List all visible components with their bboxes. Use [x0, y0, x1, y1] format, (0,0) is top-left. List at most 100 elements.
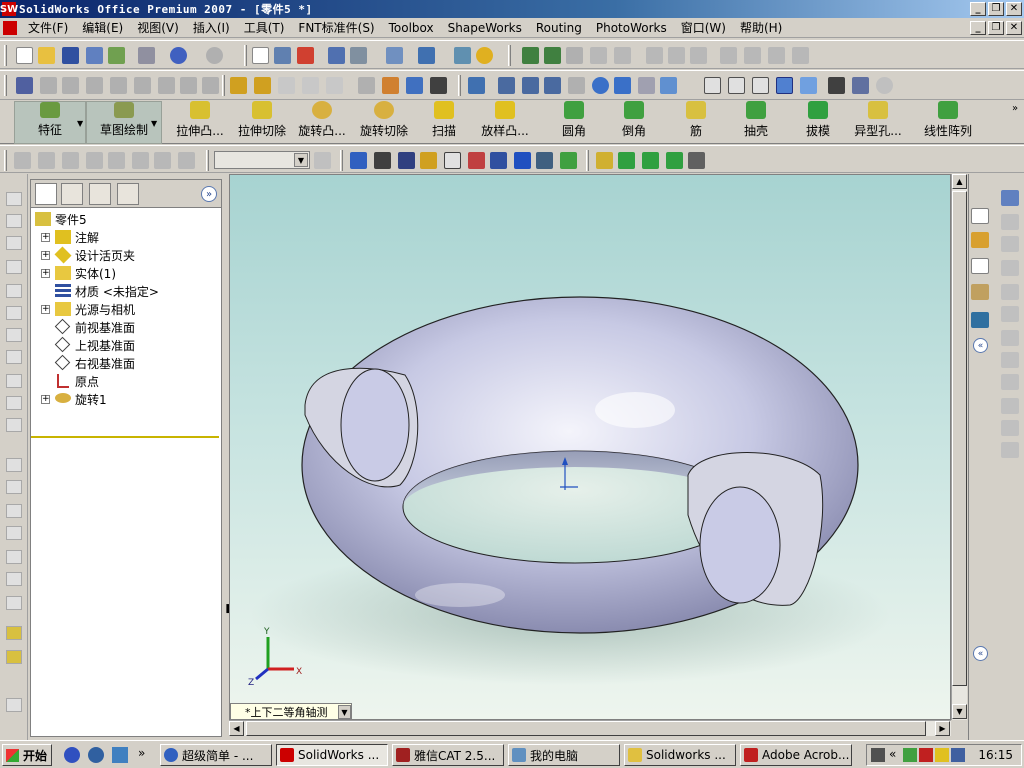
menu-fnt-standard[interactable]: FNT标准件(S) [291, 19, 381, 36]
pan-icon[interactable] [614, 77, 631, 94]
doc-restore-button[interactable]: ❐ [988, 21, 1004, 35]
strip-tool-icon[interactable] [6, 480, 22, 494]
scroll-down-icon[interactable]: ▼ [952, 704, 967, 719]
side-tool-icon[interactable] [1001, 442, 1019, 458]
chevron-down-icon[interactable]: ▼ [294, 153, 308, 167]
quicklaunch-icon[interactable] [88, 747, 104, 763]
toolbar-grip[interactable] [244, 45, 247, 66]
feature-tool-icon[interactable] [110, 77, 127, 94]
sketch-tool-icon[interactable] [62, 152, 79, 169]
strip-tool-icon[interactable] [6, 418, 22, 432]
zoom-in-out-icon[interactable] [544, 77, 561, 94]
strip-tool-icon[interactable] [6, 306, 22, 320]
view-tool-icon[interactable] [638, 77, 655, 94]
sketch-tool-icon[interactable] [178, 152, 195, 169]
start-button[interactable]: 开始 [2, 744, 52, 766]
shaded-icon[interactable] [800, 77, 817, 94]
keyboard-icon[interactable] [871, 748, 885, 762]
doc-minimize-button[interactable]: _ [970, 21, 986, 35]
toolbar-grip[interactable] [458, 75, 461, 96]
select-icon[interactable] [252, 47, 269, 64]
file-properties-icon[interactable] [350, 47, 367, 64]
curve-icon[interactable] [430, 77, 447, 94]
menu-photoworks[interactable]: PhotoWorks [589, 21, 674, 35]
select-tool-icon[interactable] [314, 152, 331, 169]
feature-tool-icon[interactable] [278, 77, 295, 94]
sketch-tool-icon[interactable] [690, 47, 707, 64]
curve-icon[interactable] [406, 77, 423, 94]
menu-view[interactable]: 视图(V) [130, 19, 186, 36]
mass-properties-icon[interactable] [420, 152, 437, 169]
fillet-button[interactable]: 圆角 [550, 101, 598, 144]
quicklaunch-icon[interactable] [64, 747, 80, 763]
select-filter-icon[interactable] [274, 47, 291, 64]
strip-tool-icon[interactable] [6, 596, 22, 610]
rotate-view-icon[interactable] [592, 77, 609, 94]
side-tool-icon[interactable] [1001, 306, 1019, 322]
taskbar-item[interactable]: 雅信CAT 2.5... [392, 744, 504, 766]
draft-button[interactable]: 拔模 [794, 101, 842, 144]
sketch-tool-icon[interactable] [132, 152, 149, 169]
side-tool-icon[interactable] [1001, 260, 1019, 276]
property-manager-tab[interactable] [61, 183, 83, 205]
grid-icon[interactable] [386, 47, 403, 64]
print-icon[interactable] [138, 47, 155, 64]
hidden-lines-removed-icon[interactable] [752, 77, 769, 94]
collapse-icon[interactable]: « [973, 646, 988, 661]
sketch-tool-icon[interactable] [668, 47, 685, 64]
measure-icon[interactable] [374, 152, 391, 169]
pin-icon[interactable] [1001, 190, 1019, 206]
sketch-tool-icon[interactable] [86, 152, 103, 169]
feature-tool-icon[interactable] [326, 77, 343, 94]
strip-tool-icon[interactable] [6, 214, 22, 228]
wireframe-icon[interactable] [704, 77, 721, 94]
strip-tool-icon[interactable] [6, 698, 22, 712]
search-icon[interactable] [971, 258, 989, 274]
rebuild-icon[interactable] [297, 47, 314, 64]
shell-button[interactable]: 抽壳 [732, 101, 780, 144]
expand-icon[interactable]: + [41, 251, 50, 260]
toolbar-grip[interactable] [4, 75, 7, 96]
doc-close-button[interactable]: ✕ [1006, 21, 1022, 35]
hidden-lines-visible-icon[interactable] [728, 77, 745, 94]
sketch-tool-icon[interactable] [792, 47, 809, 64]
network-icon[interactable] [903, 748, 917, 762]
side-tool-icon[interactable] [1001, 398, 1019, 414]
vertical-scrollbar[interactable]: ▲ ▼ [951, 174, 967, 720]
mate-icon[interactable] [544, 47, 561, 64]
zoom-icon[interactable] [254, 77, 271, 94]
side-tool-icon[interactable] [1001, 420, 1019, 436]
sweep-button[interactable]: 扫描 [420, 101, 468, 144]
collapse-icon[interactable]: « [973, 338, 988, 353]
properties-icon[interactable] [454, 47, 471, 64]
appearances-icon[interactable] [971, 312, 989, 328]
edit-feature-icon[interactable] [16, 77, 33, 94]
scroll-thumb[interactable] [246, 721, 926, 736]
zoom-to-selection-icon[interactable] [568, 77, 585, 94]
realview-icon[interactable] [876, 77, 893, 94]
zoom-to-fit-icon[interactable] [498, 77, 515, 94]
expand-icon[interactable]: + [41, 269, 50, 278]
taskbar-item[interactable]: 我的电脑 [508, 744, 620, 766]
home-icon[interactable] [971, 208, 989, 224]
feature-tool-icon[interactable] [202, 77, 219, 94]
side-tool-icon[interactable] [1001, 374, 1019, 390]
toolbar-grip[interactable] [222, 75, 225, 96]
check-icon[interactable] [514, 152, 531, 169]
sketch-tool-icon[interactable] [38, 152, 55, 169]
spelling-icon[interactable] [350, 152, 367, 169]
smart-dimension-icon[interactable] [6, 650, 22, 664]
curve-icon[interactable] [382, 77, 399, 94]
options-icon[interactable] [328, 47, 345, 64]
strip-tool-icon[interactable] [6, 526, 22, 540]
strip-tool-icon[interactable] [6, 396, 22, 410]
feature-tool-icon[interactable] [358, 77, 375, 94]
more-commands-icon[interactable]: » [1012, 103, 1018, 114]
menu-tools[interactable]: 工具(T) [237, 19, 292, 36]
checkbox-icon[interactable] [444, 152, 461, 169]
import-diagnostics-icon[interactable] [560, 152, 577, 169]
view-layout-icon[interactable] [418, 47, 435, 64]
feature-tool-icon[interactable] [62, 77, 79, 94]
chevron-down-icon[interactable]: ▼ [338, 705, 351, 719]
hole-wizard-button[interactable]: 异型孔... [848, 101, 908, 144]
